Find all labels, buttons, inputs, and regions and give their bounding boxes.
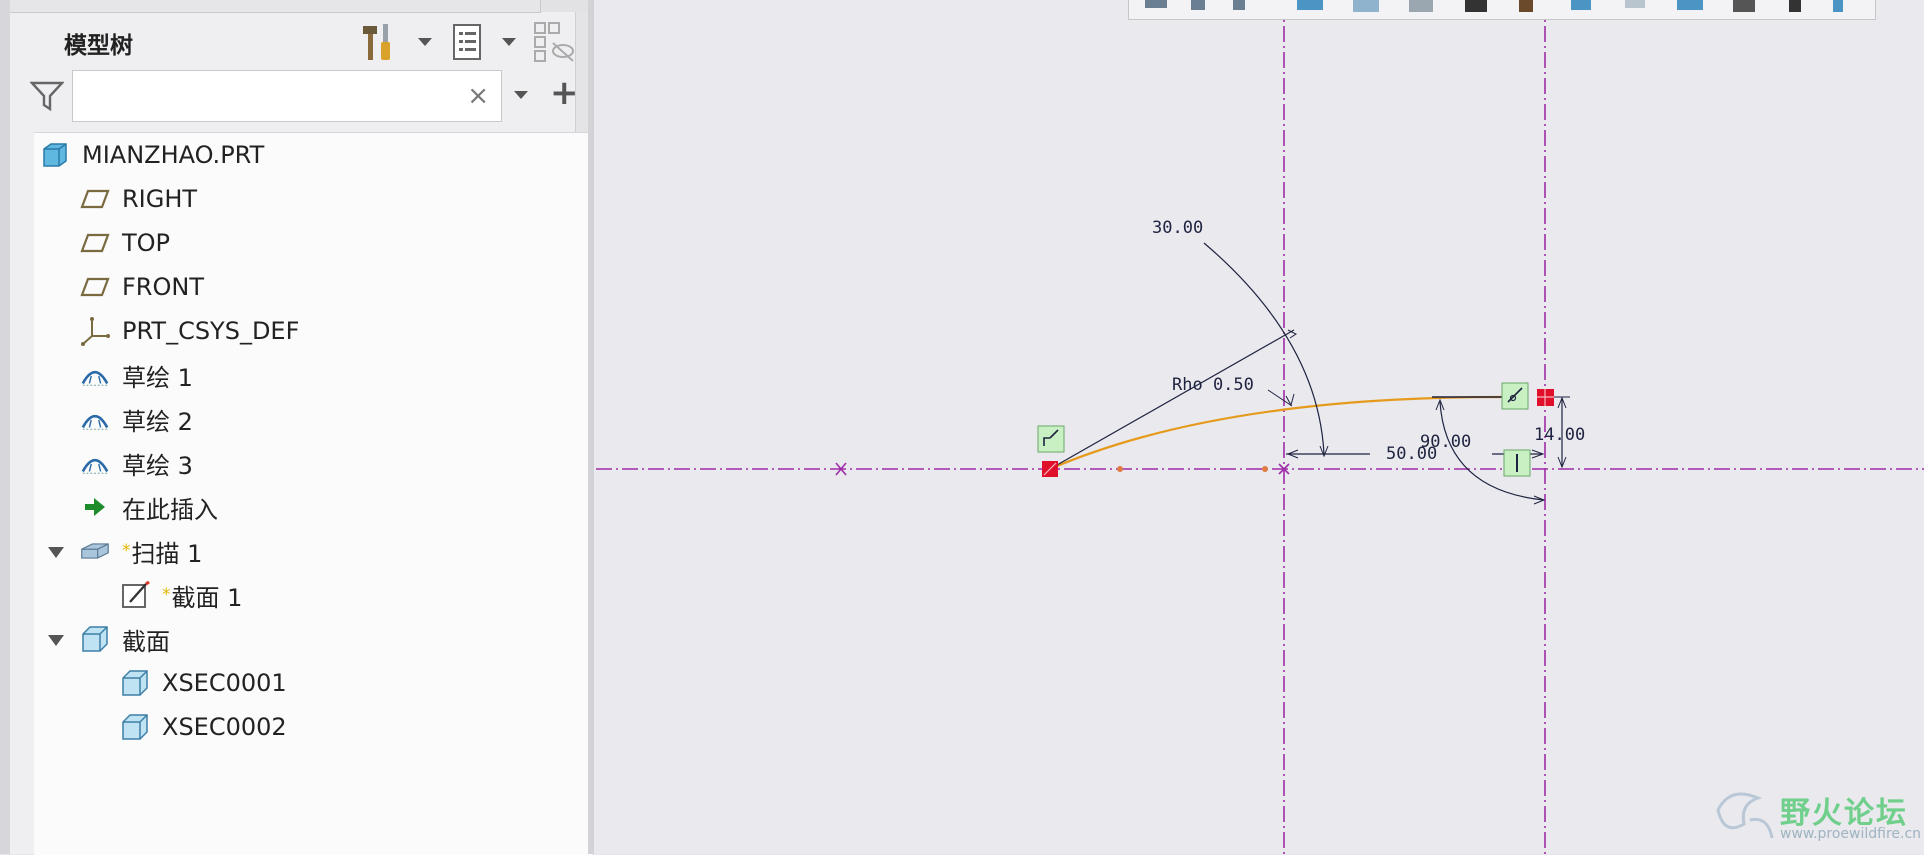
tree-item-label: MIANZHAO.PRT <box>82 141 265 169</box>
tree-show-icon[interactable] <box>450 20 486 64</box>
tree-item-section-1[interactable]: * 截面 1 <box>120 575 242 615</box>
vertical-constraint-icon[interactable] <box>1503 449 1531 477</box>
tree-item-label: 在此插入 <box>122 495 218 524</box>
part-icon <box>40 140 70 170</box>
angle-dimension-text[interactable]: 30.00 <box>1152 218 1203 238</box>
expand-sections-icon[interactable] <box>48 635 64 646</box>
tree-item-sweep-1[interactable]: * 扫描 1 <box>80 531 202 571</box>
watermark-url: www.proewildfire.cn <box>1780 826 1922 842</box>
tree-item-sketch-2[interactable]: 草绘 2 <box>80 399 193 439</box>
search-box[interactable]: × <box>72 70 502 122</box>
tree-item-label: 草绘 3 <box>122 451 193 480</box>
snap-point <box>1117 466 1123 472</box>
tangent-constraint-icon[interactable] <box>1501 382 1529 410</box>
tree-item-insert-here[interactable]: 在此插入 <box>80 487 218 527</box>
snap-point <box>1262 466 1268 472</box>
search-options-dropdown-icon[interactable] <box>514 91 528 99</box>
section-edit-icon <box>120 580 150 610</box>
filter-icon[interactable] <box>29 80 65 112</box>
panel-tab-3[interactable] <box>390 0 541 13</box>
tree-settings-dropdown-icon[interactable] <box>418 38 432 46</box>
tree-item-top[interactable]: TOP <box>80 223 170 263</box>
new-feature-marker: * <box>162 585 171 605</box>
tree-item-xsec0002[interactable]: XSEC0002 <box>120 707 287 747</box>
expand-sweep-icon[interactable] <box>48 547 64 558</box>
tree-item-label: 草绘 1 <box>122 363 193 392</box>
sketch-viewport[interactable]: 30.00 Rho 0.50 90.00 50.00 14.00 <box>594 0 1924 854</box>
panel-tab-1[interactable] <box>10 0 161 13</box>
model-tree-panel: 模型树 × + MIANZHAO.PRT RIGHT TOP FRONT PRT… <box>10 0 592 855</box>
tree-item-mianzhao-prt[interactable]: MIANZHAO.PRT <box>40 135 264 175</box>
section-folder-icon <box>80 624 110 654</box>
tree-item-prt-csys-def[interactable]: PRT_CSYS_DEF <box>80 311 299 351</box>
horizontal-dimension-text[interactable]: 50.00 <box>1386 444 1437 464</box>
sketch-icon <box>80 404 110 434</box>
tree-item-sketch-3[interactable]: 草绘 3 <box>80 443 193 483</box>
tree-item-label: 截面 1 <box>171 583 243 612</box>
toolbar-icon-strip[interactable] <box>1145 0 1843 12</box>
search-input[interactable] <box>79 79 463 115</box>
vertical-dimension-text[interactable]: 14.00 <box>1534 425 1585 445</box>
tree-item-label: TOP <box>122 229 171 257</box>
tangent-line <box>1049 329 1295 470</box>
tangent-constraint-icon[interactable] <box>1037 425 1065 453</box>
visibility-icon[interactable] <box>532 20 576 64</box>
curve-endpoint-end[interactable] <box>1537 389 1554 406</box>
tree-item-sections[interactable]: 截面 <box>80 619 170 659</box>
tree-item-label: 扫描 1 <box>131 539 203 568</box>
datum-plane-icon <box>80 272 110 302</box>
tree-item-right[interactable]: RIGHT <box>80 179 197 219</box>
tree-item-label: FRONT <box>122 273 204 301</box>
add-filter-button[interactable]: + <box>550 76 579 110</box>
datum-plane-icon <box>80 228 110 258</box>
rho-leader <box>1267 389 1293 407</box>
tree-item-label: XSEC0001 <box>162 669 287 697</box>
new-feature-marker: * <box>122 541 131 561</box>
tree-item-label: RIGHT <box>122 185 198 213</box>
sketch-icon <box>80 360 110 390</box>
tree-settings-icon[interactable] <box>358 20 398 64</box>
model-tree: MIANZHAO.PRT RIGHT TOP FRONT PRT_CSYS_DE… <box>34 132 592 855</box>
clear-search-icon[interactable]: × <box>467 81 489 111</box>
datum-plane-icon <box>80 184 110 214</box>
panel-tab-strip <box>10 0 588 13</box>
tree-item-front[interactable]: FRONT <box>80 267 204 307</box>
rho-dimension-text[interactable]: Rho 0.50 <box>1172 375 1254 395</box>
angle-dimension-arc <box>1203 242 1325 455</box>
curve-endpoint-start[interactable] <box>1042 461 1058 477</box>
csys-icon <box>80 316 110 346</box>
xsec-icon <box>120 712 150 742</box>
tree-item-xsec0001[interactable]: XSEC0001 <box>120 663 287 703</box>
tree-show-dropdown-icon[interactable] <box>502 38 516 46</box>
tree-item-sketch-1[interactable]: 草绘 1 <box>80 355 193 395</box>
tree-item-label: 草绘 2 <box>122 407 193 436</box>
graphics-toolbar <box>1128 0 1876 20</box>
tree-item-label: 截面 <box>122 627 170 656</box>
tree-item-label: PRT_CSYS_DEF <box>122 317 300 345</box>
panel-tab-2[interactable] <box>160 0 391 13</box>
sweep-icon <box>80 536 110 566</box>
xsec-icon <box>120 668 150 698</box>
model-tree-title: 模型树 <box>64 33 133 59</box>
tree-item-label: XSEC0002 <box>162 713 287 741</box>
sketch-icon <box>80 448 110 478</box>
insert-here-arrow-icon <box>80 492 110 522</box>
